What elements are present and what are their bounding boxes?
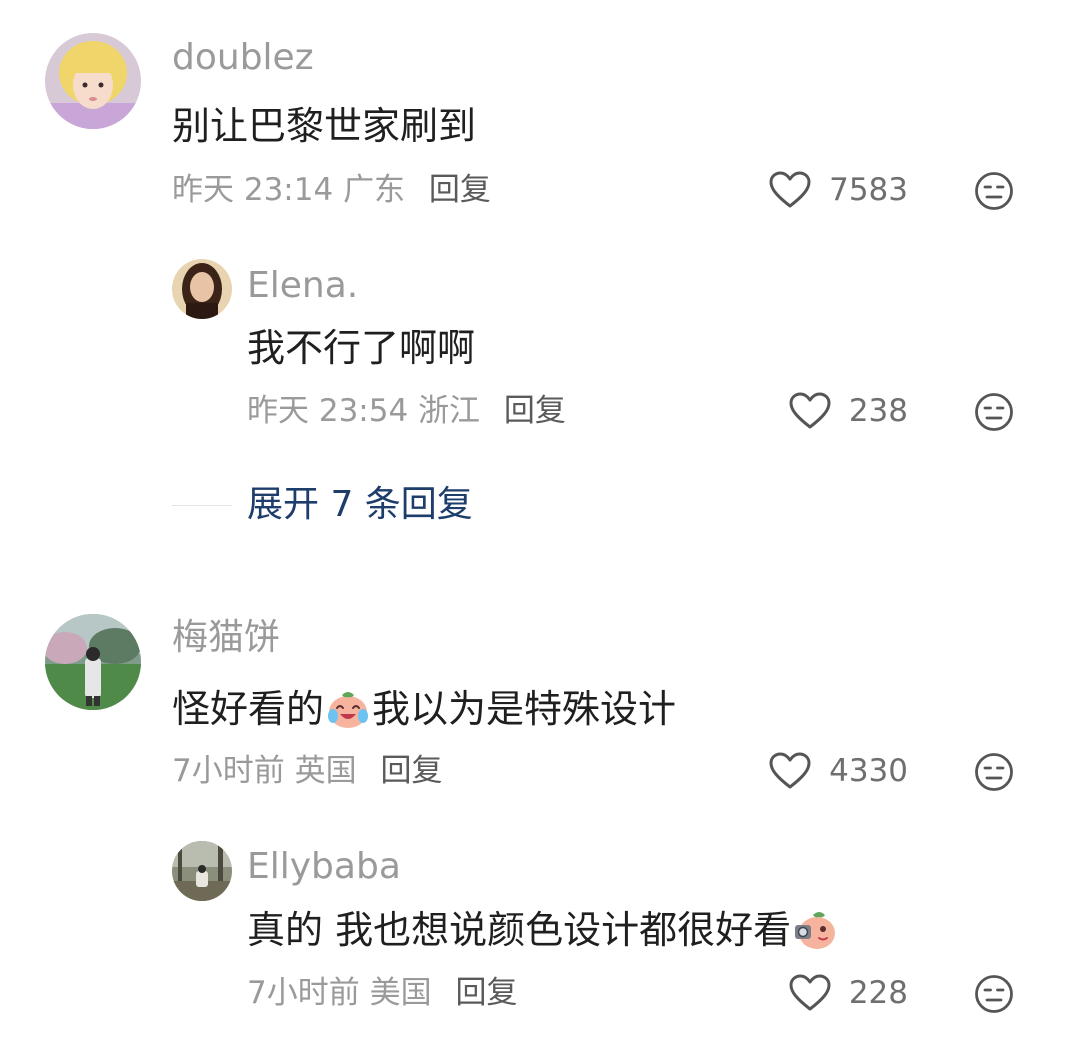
reply-meta: 昨天 23:54 浙江 回复 — [247, 391, 566, 431]
reply-location: 美国 — [369, 975, 432, 1011]
meh-face-icon — [975, 975, 1013, 1013]
like-count: 238 — [848, 393, 908, 429]
reply-text: 我不行了啊啊 — [247, 326, 476, 370]
avatar[interactable] — [172, 259, 232, 319]
reply-location: 浙江 — [418, 393, 481, 429]
avatar-forest-photo-icon — [172, 841, 232, 901]
reply-button[interactable]: 回复 — [504, 393, 566, 429]
comment-meta: 昨天 23:14 广东 回复 — [172, 170, 491, 210]
meh-face-icon — [975, 753, 1013, 791]
reply-username[interactable]: Ellybaba — [247, 845, 401, 889]
comment-username[interactable]: doublez — [172, 36, 314, 80]
expand-replies-link[interactable]: 展开 7 条回复 — [247, 482, 473, 528]
comment-text-part: 我以为是特殊设计 — [372, 687, 677, 731]
reply-button[interactable]: 回复 — [429, 172, 491, 208]
avatar[interactable] — [45, 614, 141, 710]
reply-text: 真的 我也想说颜色设计都很好看 — [247, 907, 839, 953]
like-count: 4330 — [829, 753, 908, 789]
reply-text-part: 真的 我也想说颜色设计都很好看 — [247, 908, 792, 952]
comment-list: doublez 别让巴黎世家刷到 昨天 23:14 广东 回复 7583 Ele… — [0, 0, 1080, 1042]
avatar-blonde-girl-icon — [45, 33, 141, 129]
comment-username[interactable]: 梅猫饼 — [172, 616, 280, 660]
heart-outline-icon — [769, 752, 811, 789]
like-button[interactable]: 4330 — [769, 749, 908, 793]
avatar-park-photo-icon — [45, 614, 141, 710]
comment-location: 英国 — [294, 753, 357, 789]
comment-time: 7小时前 — [172, 753, 285, 789]
avatar-dark-hair-woman-icon — [172, 259, 232, 319]
like-button[interactable]: 238 — [789, 389, 908, 433]
avatar[interactable] — [172, 841, 232, 901]
crying-laughing-bun-emoji-icon — [326, 686, 370, 730]
reply-time: 7小时前 — [247, 975, 360, 1011]
like-button[interactable]: 7583 — [769, 168, 908, 212]
dislike-button[interactable] — [974, 974, 1014, 1014]
dislike-button[interactable] — [974, 392, 1014, 432]
meh-face-icon — [975, 393, 1013, 431]
comment-text-part: 怪好看的 — [172, 687, 325, 731]
reply-time: 昨天 23:54 — [247, 393, 409, 429]
camera-bun-emoji-icon — [793, 907, 837, 951]
expand-divider — [172, 505, 232, 506]
avatar[interactable] — [45, 33, 141, 129]
comment-location: 广东 — [343, 172, 406, 208]
meh-face-icon — [975, 172, 1013, 210]
comment-meta: 7小时前 英国 回复 — [172, 751, 442, 791]
dislike-button[interactable] — [974, 752, 1014, 792]
comment-time: 昨天 23:14 — [172, 172, 334, 208]
comment-text: 别让巴黎世家刷到 — [172, 104, 477, 148]
dislike-button[interactable] — [974, 171, 1014, 211]
reply-meta: 7小时前 美国 回复 — [247, 973, 517, 1013]
heart-outline-icon — [769, 171, 811, 208]
like-count: 228 — [848, 975, 908, 1011]
like-count: 7583 — [829, 172, 908, 208]
reply-button[interactable]: 回复 — [455, 975, 517, 1011]
reply-username[interactable]: Elena. — [247, 264, 358, 308]
heart-outline-icon — [789, 974, 831, 1011]
heart-outline-icon — [789, 392, 831, 429]
like-button[interactable]: 228 — [789, 971, 908, 1015]
comment-text: 怪好看的 我以为是特殊设计 — [172, 686, 676, 732]
reply-button[interactable]: 回复 — [380, 753, 442, 789]
